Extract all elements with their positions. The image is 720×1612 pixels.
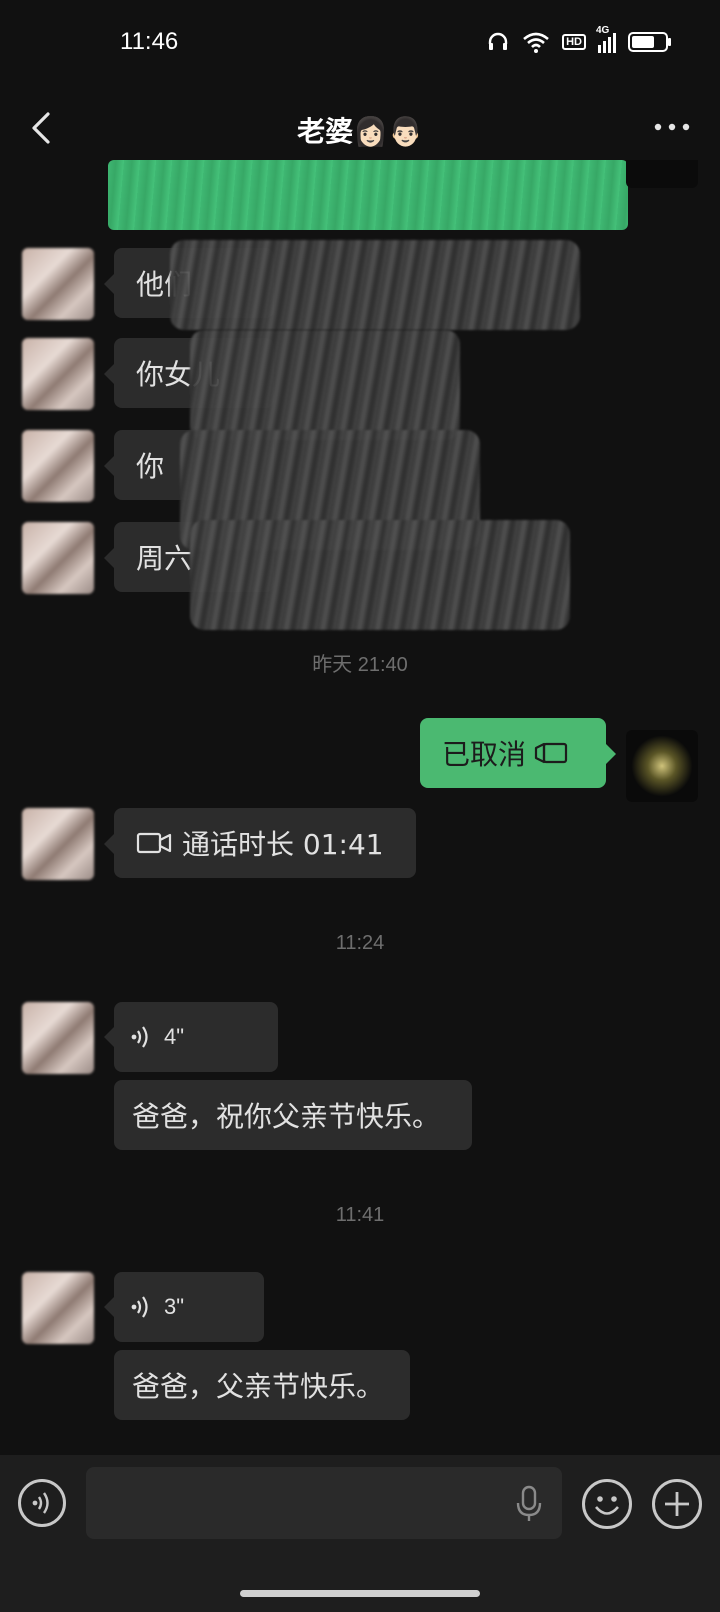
contact-avatar[interactable] <box>22 248 94 320</box>
microphone-icon <box>516 1485 542 1521</box>
voice-transcript: 爸爸，祝你父亲节快乐。 <box>132 1100 441 1133</box>
call-cancelled-bubble[interactable]: 已取消 <box>420 718 616 788</box>
chat-title: 老婆👩🏻👨🏻 <box>297 115 423 148</box>
more-icon <box>654 123 690 131</box>
voice-duration: 3" <box>164 1294 185 1319</box>
message-text: 你 <box>136 450 165 483</box>
contact-avatar[interactable] <box>22 1272 94 1344</box>
smiley-icon <box>595 1496 619 1515</box>
timestamp: 昨天 21:40 <box>312 654 408 676</box>
plus-icon <box>665 1492 689 1516</box>
voice-wave-icon <box>131 1026 148 1048</box>
redaction-scribble <box>170 240 580 330</box>
video-call-icon <box>136 832 172 854</box>
chat-messages[interactable]: 他们 你女儿 你 周六 昨天 21:40 已取消 通话时长 01:41 11:2… <box>0 160 720 1455</box>
redaction-scribble <box>190 520 570 630</box>
call-cancelled-label: 已取消 <box>442 738 527 771</box>
timestamp: 11:41 <box>335 1204 385 1226</box>
contact-avatar[interactable] <box>22 522 94 594</box>
status-icons: HD 4G <box>486 25 672 54</box>
call-duration-label: 通话时长 01:41 <box>182 828 384 861</box>
signal-icon: 4G <box>596 25 616 53</box>
voice-transcript-bubble[interactable]: 爸爸，父亲节快乐。 <box>114 1350 410 1420</box>
input-bar <box>0 1455 720 1612</box>
more-options-button[interactable] <box>650 112 694 142</box>
video-call-icon <box>534 742 568 764</box>
network-type: 4G <box>596 25 610 36</box>
contact-avatar[interactable] <box>22 430 94 502</box>
contact-avatar[interactable] <box>22 1002 94 1074</box>
voice-duration: 4" <box>164 1024 185 1049</box>
hd-badge: HD <box>562 34 586 50</box>
self-avatar[interactable] <box>626 730 698 802</box>
voice-message-bubble[interactable]: 3" <box>104 1272 264 1342</box>
home-indicator[interactable] <box>240 1590 480 1597</box>
timestamp: 11:24 <box>335 932 385 954</box>
redaction-scribble <box>190 330 460 440</box>
wifi-icon <box>523 32 549 53</box>
call-duration-bubble[interactable]: 通话时长 01:41 <box>104 808 416 878</box>
voice-transcript-bubble[interactable]: 爸爸，祝你父亲节快乐。 <box>114 1080 472 1150</box>
voice-wave-icon <box>32 1492 49 1514</box>
voice-message-bubble[interactable]: 4" <box>104 1002 278 1072</box>
contact-avatar[interactable] <box>22 338 94 410</box>
battery-icon <box>628 32 671 52</box>
emoji-button[interactable] <box>582 1479 632 1529</box>
voice-wave-icon <box>131 1296 148 1318</box>
chat-header: 老婆👩🏻👨🏻 <box>0 92 720 164</box>
self-avatar-partial <box>626 160 698 188</box>
contact-avatar[interactable] <box>22 808 94 880</box>
status-bar: 11:46 HD 4G <box>0 0 720 90</box>
microphone-button[interactable] <box>514 1485 544 1523</box>
message-input[interactable] <box>86 1467 562 1539</box>
more-actions-button[interactable] <box>652 1479 702 1529</box>
voice-transcript: 爸爸，父亲节快乐。 <box>132 1370 385 1403</box>
voice-input-toggle[interactable] <box>18 1479 66 1527</box>
headphones-icon <box>488 32 508 50</box>
redacted-message <box>108 160 628 230</box>
status-time: 11:46 <box>120 28 179 55</box>
